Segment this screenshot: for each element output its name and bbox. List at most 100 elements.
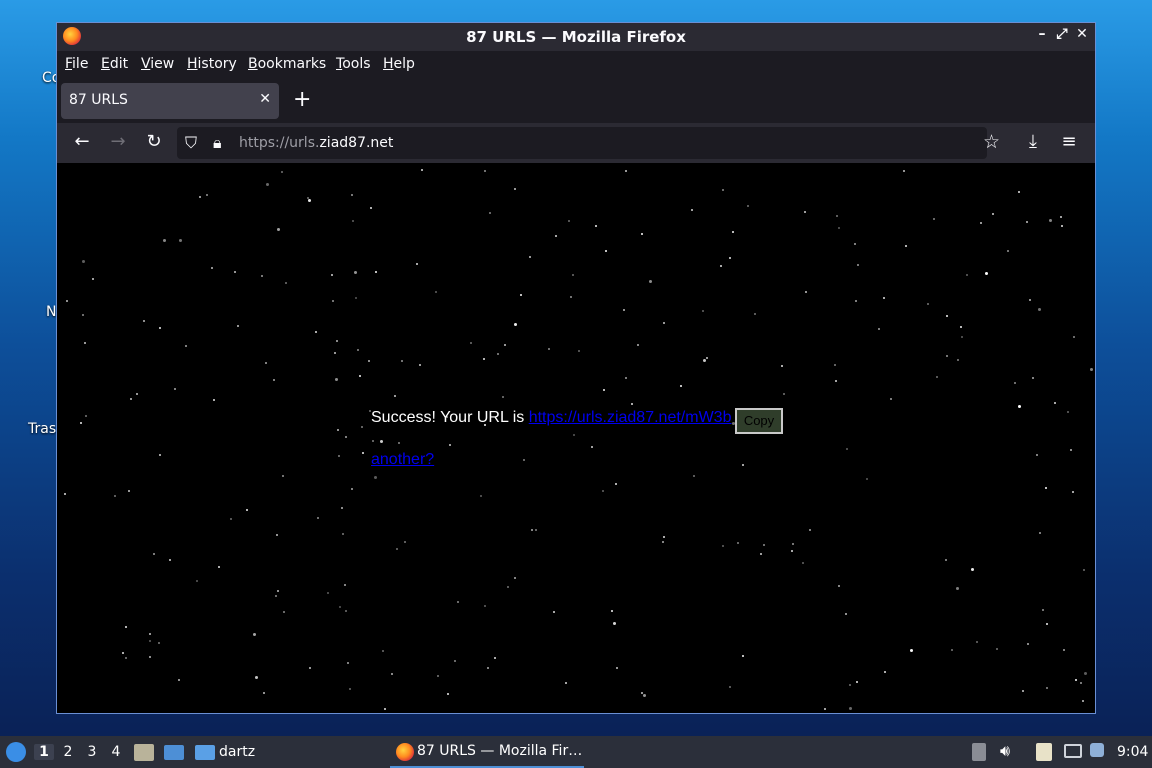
window-titlebar[interactable]: 87 URLS — Mozilla Firefox – ⤢ ✕ xyxy=(57,23,1095,51)
maximize-icon[interactable]: ⤢ xyxy=(1053,26,1071,42)
short-url-link[interactable]: https://urls.ziad87.net/mW3b xyxy=(529,409,732,426)
star-dot xyxy=(246,509,248,511)
star-dot xyxy=(760,553,762,555)
lock-icon[interactable]: 🔒︎ xyxy=(213,133,222,153)
star-dot xyxy=(884,671,886,673)
star-dot xyxy=(125,626,127,628)
star-dot xyxy=(535,529,537,531)
copy-button[interactable]: Copy xyxy=(735,408,783,434)
taskbar-firefox-task[interactable]: 87 URLS — Mozilla Fir… xyxy=(390,736,584,768)
star-dot xyxy=(720,265,722,267)
network-icon[interactable] xyxy=(1064,744,1082,758)
clock[interactable]: 9:04 xyxy=(1117,744,1148,760)
workspace-3[interactable]: 3 xyxy=(82,744,102,760)
star-dot xyxy=(946,355,948,357)
new-tab-button[interactable]: + xyxy=(293,87,311,112)
star-dot xyxy=(971,568,974,571)
menu-history[interactable]: History xyxy=(187,56,237,72)
menu-view[interactable]: View xyxy=(141,56,174,72)
desktop-icon-label[interactable]: Tras xyxy=(28,421,56,437)
reload-icon[interactable]: ↻ xyxy=(142,131,166,152)
bookmark-star-icon[interactable]: ☆ xyxy=(983,131,1000,153)
star-dot xyxy=(854,243,856,245)
star-dot xyxy=(927,303,929,305)
star-dot xyxy=(702,310,704,312)
notification-icon[interactable] xyxy=(1090,743,1104,757)
tab-87-urls[interactable]: 87 URLS ✕ xyxy=(61,83,279,119)
star-dot xyxy=(572,274,574,276)
tab-strip: 87 URLS ✕ + xyxy=(57,79,1095,123)
workspace-1[interactable]: 1 xyxy=(34,744,54,760)
file-manager-icon[interactable] xyxy=(134,744,154,761)
url-text[interactable]: https://urls.ziad87.net xyxy=(239,135,393,151)
star-dot xyxy=(637,344,639,346)
star-dot xyxy=(489,212,491,214)
star-dot xyxy=(149,656,151,658)
close-tab-icon[interactable]: ✕ xyxy=(259,91,271,107)
star-dot xyxy=(327,592,329,594)
menu-bookmarks[interactable]: Bookmarks xyxy=(248,56,326,72)
back-arrow-icon[interactable]: ← xyxy=(70,131,94,152)
taskbar-folder-label[interactable]: dartz xyxy=(219,744,255,760)
star-dot xyxy=(835,380,837,382)
star-dot xyxy=(354,271,357,274)
star-dot xyxy=(866,478,868,480)
window-title: 87 URLS — Mozilla Firefox xyxy=(466,28,686,46)
notes-icon[interactable] xyxy=(1036,743,1052,761)
start-menu-icon[interactable] xyxy=(6,742,26,762)
star-dot xyxy=(487,667,489,669)
star-dot xyxy=(732,231,734,233)
star-dot xyxy=(199,196,201,198)
star-dot xyxy=(641,233,643,235)
star-dot xyxy=(281,171,283,173)
star-dot xyxy=(883,297,885,299)
star-dot xyxy=(1046,687,1048,689)
volume-icon[interactable]: 🔊︎ xyxy=(1000,741,1010,761)
star-dot xyxy=(266,183,269,186)
star-dot xyxy=(956,587,959,590)
star-dot xyxy=(729,686,731,688)
menu-edit[interactable]: Edit xyxy=(101,56,128,72)
star-dot xyxy=(616,667,618,669)
app-menu-icon[interactable]: ≡ xyxy=(1057,131,1081,152)
star-dot xyxy=(130,398,132,400)
workspace-4[interactable]: 4 xyxy=(106,744,126,760)
star-dot xyxy=(470,342,472,344)
star-dot xyxy=(1090,368,1093,371)
menu-tools[interactable]: Tools xyxy=(336,56,371,72)
another-link[interactable]: another? xyxy=(371,451,434,469)
star-dot xyxy=(308,199,311,202)
star-dot xyxy=(265,362,267,364)
show-desktop-icon[interactable] xyxy=(164,745,184,760)
star-dot xyxy=(447,693,449,695)
star-dot xyxy=(125,657,127,659)
star-dot xyxy=(649,280,652,283)
star-dot xyxy=(961,336,963,338)
star-dot xyxy=(1067,411,1069,413)
star-dot xyxy=(602,490,604,492)
star-dot xyxy=(1032,377,1034,379)
taskbar: 1 2 3 4 dartz 87 URLS — Mozilla Fir… 🔊︎ … xyxy=(0,736,1152,768)
star-dot xyxy=(980,222,982,224)
star-dot xyxy=(663,322,665,324)
close-icon[interactable]: ✕ xyxy=(1073,26,1091,42)
star-dot xyxy=(555,235,557,237)
star-dot xyxy=(421,169,423,171)
shield-icon[interactable]: ⛉ xyxy=(185,133,197,153)
star-dot xyxy=(345,436,347,438)
star-dot xyxy=(375,271,377,273)
clipboard-icon[interactable] xyxy=(972,743,986,761)
star-dot xyxy=(277,590,279,592)
desktop-icon-label[interactable]: N xyxy=(46,304,56,320)
menu-help[interactable]: Help xyxy=(383,56,415,72)
minimize-icon[interactable]: – xyxy=(1033,26,1051,42)
star-dot xyxy=(285,282,287,284)
menu-file[interactable]: File xyxy=(65,56,88,72)
forward-arrow-icon[interactable]: → xyxy=(106,131,130,152)
star-dot xyxy=(905,245,907,247)
workspace-2[interactable]: 2 xyxy=(58,744,78,760)
url-host: ziad87.net xyxy=(319,135,394,151)
url-bar[interactable]: ⛉ 🔒︎ https://urls.ziad87.net ☆ xyxy=(177,127,1000,159)
downloads-icon[interactable]: ⤓ xyxy=(1021,131,1045,152)
star-dot xyxy=(275,595,277,597)
